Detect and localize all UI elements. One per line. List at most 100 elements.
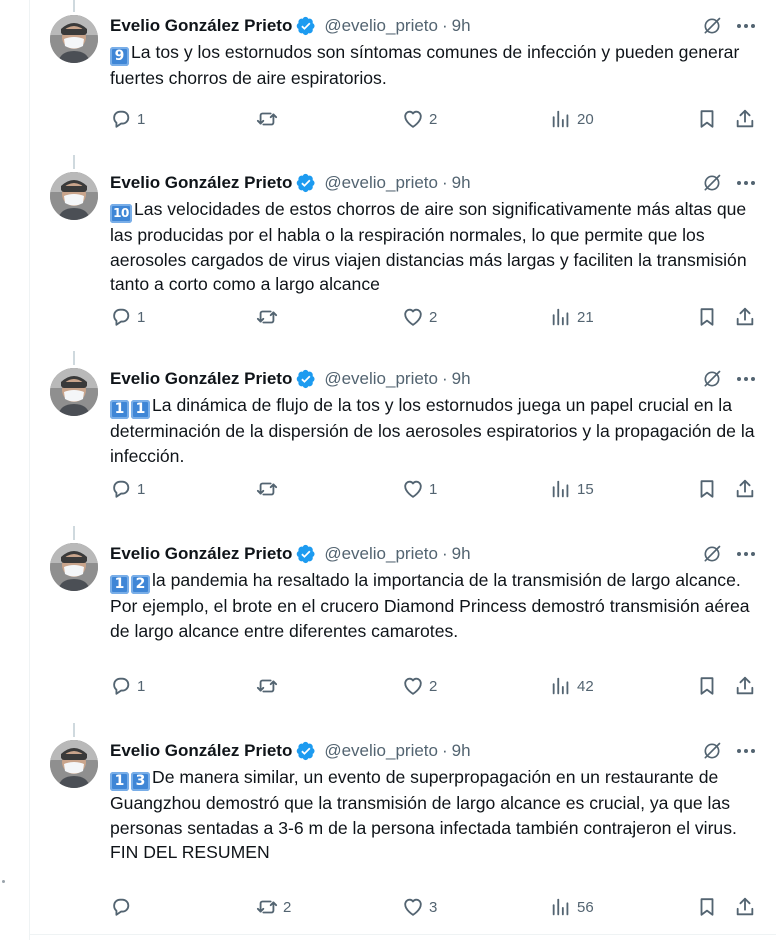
tweet-text: 1 3 De manera similar, un evento de superp… bbox=[110, 765, 760, 865]
number-keycap-badges: 13 bbox=[110, 767, 152, 791]
author-handle[interactable]: @evelio_prieto bbox=[324, 16, 438, 36]
bookmark-button[interactable] bbox=[696, 107, 718, 131]
separator-dot: · bbox=[441, 544, 448, 563]
retweet-button[interactable]: 2 bbox=[256, 895, 291, 919]
tweet-actions: 1 2 42 bbox=[110, 674, 760, 698]
bookmark-button[interactable] bbox=[696, 895, 718, 919]
share-button[interactable] bbox=[734, 477, 756, 501]
avatar[interactable] bbox=[50, 740, 98, 788]
share-icon bbox=[736, 307, 754, 326]
avatar[interactable] bbox=[50, 172, 98, 220]
avatar[interactable] bbox=[50, 543, 98, 591]
reply-icon bbox=[113, 480, 130, 498]
views-button[interactable]: 21 bbox=[550, 305, 594, 329]
more-options-icon[interactable] bbox=[734, 367, 758, 391]
author-handle[interactable]: @evelio_prieto bbox=[324, 741, 438, 761]
number-keycap-badges: 12 bbox=[110, 570, 152, 594]
timestamp[interactable]: 9h bbox=[452, 741, 471, 761]
share-button[interactable] bbox=[734, 305, 756, 329]
timestamp[interactable]: 9h bbox=[452, 16, 471, 36]
retweet-icon bbox=[256, 482, 278, 496]
like-button[interactable]: 2 bbox=[402, 305, 437, 329]
author-handle[interactable]: @evelio_prieto bbox=[324, 544, 438, 564]
number-keycap-badges: 11 bbox=[110, 395, 152, 419]
views-count: 15 bbox=[577, 480, 594, 498]
author-name[interactable]: Evelio González Prieto bbox=[110, 544, 292, 564]
like-button[interactable]: 1 bbox=[402, 477, 437, 501]
reply-button[interactable]: 1 bbox=[110, 107, 145, 131]
like-icon bbox=[404, 480, 422, 498]
grok-icon[interactable] bbox=[702, 741, 722, 761]
more-options-icon[interactable] bbox=[734, 171, 758, 195]
thread-connector-line bbox=[73, 0, 75, 12]
grok-icon[interactable] bbox=[702, 369, 722, 389]
like-button[interactable]: 2 bbox=[402, 674, 437, 698]
grok-icon[interactable] bbox=[702, 173, 722, 193]
retweet-button[interactable] bbox=[256, 477, 283, 501]
thread-connector-line bbox=[73, 526, 75, 540]
grok-icon[interactable] bbox=[702, 544, 722, 564]
number-keycap-badges: 9 bbox=[110, 42, 131, 66]
tweet-text-content: la pandemia ha resaltado la importancia … bbox=[110, 570, 750, 641]
tweet-actions: 1 1 15 bbox=[110, 477, 760, 501]
share-icon bbox=[736, 676, 754, 695]
like-button[interactable]: 3 bbox=[402, 895, 437, 919]
author-handle[interactable]: @evelio_prieto bbox=[324, 369, 438, 389]
author-name[interactable]: Evelio González Prieto bbox=[110, 741, 292, 761]
views-count: 56 bbox=[577, 898, 594, 916]
timestamp[interactable]: 9h bbox=[452, 173, 471, 193]
tweet[interactable]: Evelio González Prieto @evelio_prieto · … bbox=[30, 351, 776, 528]
views-button[interactable]: 56 bbox=[550, 895, 594, 919]
bookmark-button[interactable] bbox=[696, 305, 718, 329]
retweet-button[interactable] bbox=[256, 305, 283, 329]
tweet[interactable]: Evelio González Prieto @evelio_prieto · … bbox=[30, 526, 776, 725]
verified-badge-icon bbox=[297, 173, 315, 193]
author-name[interactable]: Evelio González Prieto bbox=[110, 16, 292, 36]
views-button[interactable]: 15 bbox=[550, 477, 594, 501]
more-options-icon[interactable] bbox=[734, 14, 758, 38]
bookmark-icon bbox=[700, 677, 714, 695]
share-icon bbox=[736, 109, 754, 128]
bookmark-icon bbox=[700, 480, 714, 498]
verified-badge-icon bbox=[297, 741, 315, 761]
reply-button[interactable]: 1 bbox=[110, 477, 145, 501]
like-count: 2 bbox=[429, 677, 438, 695]
views-button[interactable]: 20 bbox=[550, 107, 594, 131]
reply-button[interactable]: 1 bbox=[110, 674, 145, 698]
more-options-icon[interactable] bbox=[734, 739, 758, 763]
share-button[interactable] bbox=[734, 674, 756, 698]
tweet[interactable]: Evelio González Prieto @evelio_prieto · … bbox=[30, 155, 776, 353]
number-keycap-badges: 10 bbox=[110, 199, 134, 223]
reply-count: 1 bbox=[137, 677, 146, 695]
separator-dot: · bbox=[441, 369, 448, 388]
timestamp[interactable]: 9h bbox=[452, 369, 471, 389]
reply-button[interactable]: 1 bbox=[110, 305, 145, 329]
bookmark-button[interactable] bbox=[696, 674, 718, 698]
author-handle[interactable]: @evelio_prieto bbox=[324, 173, 438, 193]
bookmark-button[interactable] bbox=[696, 477, 718, 501]
grok-icon[interactable] bbox=[702, 16, 722, 36]
tweet-text-content: De manera similar, un evento de superpro… bbox=[110, 767, 737, 863]
avatar[interactable] bbox=[50, 15, 98, 63]
more-options-icon[interactable] bbox=[734, 542, 758, 566]
tweet-actions: 2 3 56 bbox=[110, 895, 760, 919]
retweet-button[interactable] bbox=[256, 107, 283, 131]
like-icon bbox=[404, 308, 422, 326]
separator-dot: · bbox=[441, 173, 448, 192]
author-name[interactable]: Evelio González Prieto bbox=[110, 369, 292, 389]
scroll-dot bbox=[2, 880, 5, 883]
avatar[interactable] bbox=[50, 368, 98, 416]
retweet-button[interactable] bbox=[256, 674, 283, 698]
author-name[interactable]: Evelio González Prieto bbox=[110, 173, 292, 193]
tweet[interactable]: Evelio González Prieto @evelio_prieto · … bbox=[30, 723, 776, 932]
share-button[interactable] bbox=[734, 895, 756, 919]
number-keycap-badge: 10 bbox=[110, 204, 132, 223]
like-button[interactable]: 2 bbox=[402, 107, 437, 131]
views-button[interactable]: 42 bbox=[550, 674, 594, 698]
timestamp[interactable]: 9h bbox=[452, 544, 471, 564]
tweet-header: Evelio González Prieto @evelio_prieto · … bbox=[110, 740, 471, 762]
reply-button[interactable] bbox=[110, 895, 137, 919]
share-button[interactable] bbox=[734, 107, 756, 131]
like-icon bbox=[404, 677, 422, 695]
tweet[interactable]: Evelio González Prieto @evelio_prieto · … bbox=[30, 0, 776, 157]
